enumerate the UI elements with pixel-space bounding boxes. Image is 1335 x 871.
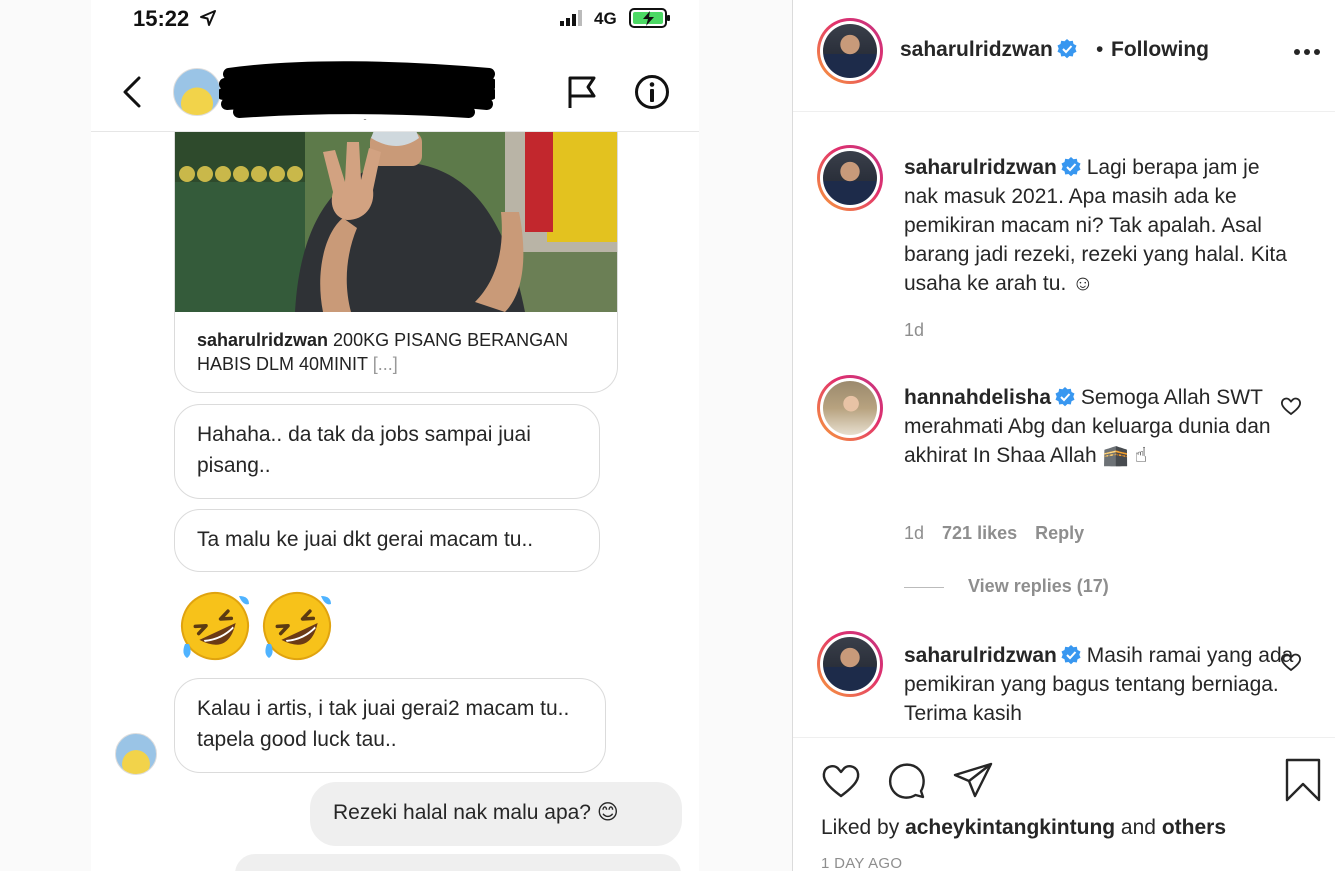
redaction-scribble	[219, 61, 495, 120]
commenter-avatar[interactable]	[817, 375, 883, 441]
rolling-laughing-emoji-icon	[263, 592, 331, 660]
more-options-icon[interactable]	[1293, 44, 1321, 60]
replies-divider-line	[904, 586, 944, 588]
comment-like-heart-icon[interactable]	[1280, 651, 1302, 673]
verified-badge-icon	[1061, 645, 1081, 665]
emoji-message	[177, 588, 335, 668]
status-time: 15:22	[133, 6, 190, 31]
comment-bubble-icon[interactable]	[885, 758, 929, 802]
dm-header: m	[91, 52, 699, 132]
comment-username[interactable]: hannahdelisha	[904, 386, 1051, 409]
post-time-ago[interactable]: 1 DAY AGO	[821, 855, 902, 871]
view-replies-button[interactable]: View replies (17)	[904, 576, 1109, 597]
message-bubble: Ta malu ke juai dkt gerai macam tu..	[174, 509, 600, 572]
comment-meta: 1d	[904, 320, 942, 341]
verified-badge-icon	[1061, 157, 1081, 177]
comment-time[interactable]: 1d	[904, 320, 924, 340]
comment-text: hannahdelisha Semoga Allah SWT merahmati…	[904, 383, 1294, 470]
comment-like-heart-icon[interactable]	[1280, 395, 1302, 417]
sent-message-bubble: Rezeki halal nak malu apa? 😊	[310, 782, 682, 846]
liked-by-text: Liked by acheykintangkintung and others	[821, 816, 1226, 839]
verified-badge-icon	[1057, 39, 1077, 59]
author-username[interactable]: saharulridzwan	[900, 38, 1077, 62]
shared-post-more: [...]	[372, 354, 398, 374]
liked-by-user-link[interactable]: acheykintangkintung	[905, 816, 1115, 839]
network-type: 4G	[594, 9, 617, 28]
info-icon[interactable]	[634, 74, 670, 110]
rolling-laughing-emoji-icon	[181, 592, 249, 660]
sender-avatar	[115, 733, 157, 775]
flag-icon[interactable]	[565, 72, 599, 112]
author-avatar[interactable]	[817, 18, 883, 84]
shared-post-username: saharulridzwan	[197, 330, 329, 350]
comment-text: saharulridzwan Lagi berapa jam je nak ma…	[904, 153, 1294, 298]
following-button[interactable]: Following	[1111, 38, 1209, 62]
dm-screenshot: 15:22 4G m saharulridzwan 200KG PISANG B…	[91, 0, 699, 871]
back-arrow-icon[interactable]	[119, 72, 145, 112]
comment-likes[interactable]: 721 likes	[942, 523, 1017, 543]
commenter-avatar[interactable]	[817, 145, 883, 211]
post-actions: Liked by acheykintangkintung and others …	[793, 737, 1335, 871]
message-bubble: Kalau i artis, i tak juai gerai2 macam t…	[174, 678, 606, 773]
comment-time[interactable]: 1d	[904, 523, 924, 543]
shared-post-card[interactable]: saharulridzwan 200KG PISANG BERANGAN HAB…	[174, 132, 618, 393]
comment-username[interactable]: saharulridzwan	[904, 644, 1057, 667]
shared-post-photo	[175, 132, 617, 312]
sent-message-bubble-partial	[235, 854, 681, 871]
phone-status-bar: 15:22 4G	[91, 0, 699, 40]
comments-list: saharulridzwan Lagi berapa jam je nak ma…	[793, 113, 1335, 737]
post-header: saharulridzwan • Following	[793, 0, 1335, 112]
commenter-avatar[interactable]	[817, 631, 883, 697]
verified-badge-icon	[1055, 387, 1075, 407]
message-bubble: Hahaha.. da tak da jobs sampai juai pisa…	[174, 404, 600, 499]
reply-button[interactable]: Reply	[1035, 523, 1084, 543]
save-bookmark-icon[interactable]	[1281, 758, 1325, 802]
signal-bars-icon	[560, 10, 582, 26]
separator-dot: •	[1096, 38, 1104, 61]
liked-by-others-link[interactable]: others	[1162, 816, 1226, 839]
comment-text: saharulridzwan Masih ramai yang ada pemi…	[904, 641, 1294, 728]
comment-meta: 1d 721 likes Reply	[904, 523, 1102, 544]
shared-post-caption: saharulridzwan 200KG PISANG BERANGAN HAB…	[197, 328, 597, 376]
post-panel: saharulridzwan • Following saharulridzwa…	[792, 0, 1335, 871]
comment-username[interactable]: saharulridzwan	[904, 156, 1057, 179]
battery-charging-icon	[629, 8, 670, 28]
dm-contact-avatar[interactable]	[173, 68, 221, 116]
share-paper-plane-icon[interactable]	[951, 758, 995, 802]
like-heart-icon[interactable]	[819, 758, 863, 802]
location-arrow-icon	[200, 10, 216, 26]
